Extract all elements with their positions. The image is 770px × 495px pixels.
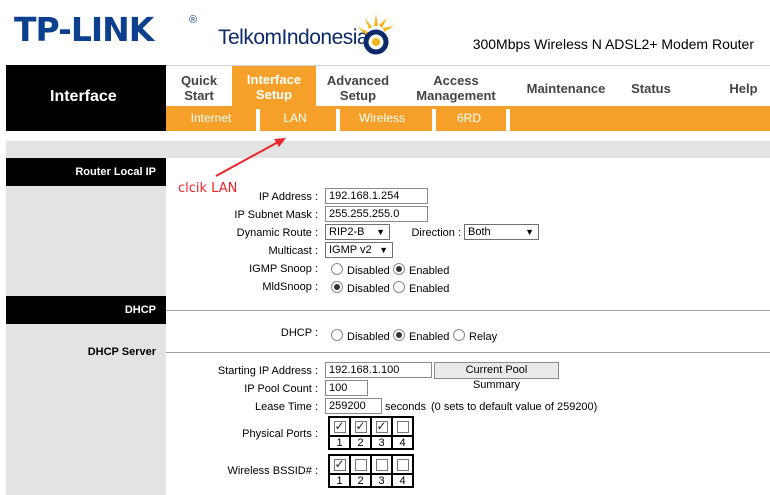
telkom-logo-icon (358, 14, 394, 55)
port-number: 1 (329, 436, 350, 449)
direction-label: Direction : (411, 227, 461, 239)
bssid-3-checkbox[interactable] (375, 458, 388, 471)
section-router-local-ip: Router Local IP (6, 158, 166, 186)
mld-disabled-radio[interactable] (331, 281, 343, 293)
direction-select[interactable]: Both ▼ (464, 224, 539, 240)
wireless-bssid-grid: 1 2 3 4 (328, 454, 414, 488)
port-cell (350, 417, 371, 436)
subtab-divider (432, 109, 436, 131)
bssid-number: 2 (350, 474, 371, 487)
dhcp-relay-label: Relay (469, 331, 498, 343)
bssid-number: 1 (329, 474, 350, 487)
dhcp-enabled-label: Enabled (409, 331, 450, 343)
bssid-number: 3 (371, 474, 392, 487)
port-cell (392, 417, 413, 436)
subtab-internet[interactable]: Internet (176, 106, 246, 131)
chevron-down-icon: ▼ (379, 245, 388, 255)
subtab-divider (336, 109, 340, 131)
bssid-1-checkbox[interactable] (333, 457, 346, 471)
port-cell (329, 417, 350, 436)
port-cell (371, 417, 392, 436)
bssid-cell (329, 455, 350, 474)
port-2-checkbox[interactable] (354, 419, 367, 433)
ip-address-label: IP Address : (258, 191, 318, 203)
wireless-bssid-label: Wireless BSSID# : (227, 465, 318, 477)
telkom-logo-text: TelkomIndonesia (218, 26, 369, 49)
section-dhcp-server: DHCP Server (87, 346, 156, 358)
starting-ip-input[interactable]: 192.168.1.100 (325, 362, 432, 378)
dhcp-label: DHCP : (280, 327, 318, 339)
subtab-lan[interactable]: LAN (260, 106, 330, 131)
bssid-cell (371, 455, 392, 474)
sub-nav: Internet LAN Wireless 6RD (166, 106, 770, 131)
bssid-number: 4 (392, 474, 413, 487)
subnet-mask-label: IP Subnet Mask : (234, 209, 318, 221)
pool-count-input[interactable]: 100 (325, 380, 368, 396)
lease-unit: seconds (385, 401, 426, 413)
dynamic-route-select[interactable]: RIP2-B ▼ (325, 224, 390, 240)
port-3-checkbox[interactable] (375, 419, 388, 433)
ip-address-input[interactable]: 192.168.1.254 (325, 188, 428, 204)
subnet-mask-input[interactable]: 255.255.255.0 (325, 206, 428, 222)
tab-interface-setup[interactable]: Interface Setup (232, 66, 316, 107)
bssid-cell (392, 455, 413, 474)
main-nav: Quick Start Interface Setup Advanced Set… (166, 65, 770, 107)
lease-time-label: Lease Time : (255, 401, 318, 413)
tab-maintenance[interactable]: Maintenance (516, 69, 616, 107)
tab-quick-start[interactable]: Quick Start (166, 69, 232, 107)
physical-ports-label: Physical Ports : (242, 428, 318, 440)
dhcp-disabled-label: Disabled (347, 331, 390, 343)
product-title: 300Mbps Wireless N ADSL2+ Modem Router (472, 36, 754, 52)
mld-disabled-label: Disabled (347, 283, 390, 295)
mld-enabled-radio[interactable] (393, 281, 405, 293)
tab-access-management[interactable]: Access Management (406, 69, 506, 107)
igmp-snoop-label: IGMP Snoop : (249, 263, 318, 275)
subtab-wireless[interactable]: Wireless (346, 106, 418, 131)
tab-status[interactable]: Status (621, 69, 681, 107)
tab-advanced-setup[interactable]: Advanced Setup (316, 69, 400, 107)
port-1-checkbox[interactable] (333, 419, 346, 433)
physical-ports-grid: 1 2 3 4 (328, 416, 414, 450)
chevron-down-icon: ▼ (525, 227, 534, 237)
content-top-bar (6, 141, 770, 158)
igmp-enabled-label: Enabled (409, 265, 450, 277)
mld-enabled-label: Enabled (409, 283, 450, 295)
igmp-disabled-label: Disabled (347, 265, 390, 277)
pool-summary-button[interactable]: Current Pool Summary (434, 362, 559, 391)
tplink-logo: TP-LINK (14, 10, 154, 49)
tab-help[interactable]: Help (721, 69, 766, 107)
registered-mark: ® (189, 14, 198, 26)
divider (166, 310, 770, 311)
bssid-4-checkbox[interactable] (396, 458, 409, 471)
subtab-divider (506, 109, 510, 131)
dynamic-route-label: Dynamic Route : (236, 227, 318, 239)
starting-ip-label: Starting IP Address : (217, 365, 318, 377)
chevron-down-icon: ▼ (376, 227, 385, 237)
nav-section-title: Interface (6, 65, 166, 131)
port-number: 2 (350, 436, 371, 449)
bssid-cell (350, 455, 371, 474)
subtab-6rd[interactable]: 6RD (438, 106, 500, 131)
divider (166, 352, 770, 353)
section-dhcp: DHCP (6, 296, 166, 324)
port-4-checkbox[interactable] (396, 420, 409, 433)
bssid-2-checkbox[interactable] (354, 458, 367, 471)
lease-time-input[interactable]: 259200 (325, 398, 382, 414)
lease-note: (0 sets to default value of 259200) (431, 401, 598, 413)
left-column (6, 158, 166, 495)
header: TP-LINK ® TelkomIndonesia 300Mbps Wirele… (0, 0, 770, 64)
dhcp-enabled-radio[interactable] (393, 329, 405, 341)
pool-count-label: IP Pool Count : (244, 383, 318, 395)
port-number: 4 (392, 436, 413, 449)
igmp-enabled-radio[interactable] (393, 263, 405, 275)
multicast-label: Multicast : (268, 245, 318, 257)
annotation-arrow-icon (215, 138, 286, 177)
multicast-select[interactable]: IGMP v2 ▼ (325, 242, 393, 258)
igmp-disabled-radio[interactable] (331, 263, 343, 275)
port-number: 3 (371, 436, 392, 449)
dhcp-relay-radio[interactable] (453, 329, 465, 341)
mld-snoop-label: MldSnoop : (262, 281, 318, 293)
dhcp-disabled-radio[interactable] (331, 329, 343, 341)
nav-section-label: Interface (50, 88, 117, 105)
